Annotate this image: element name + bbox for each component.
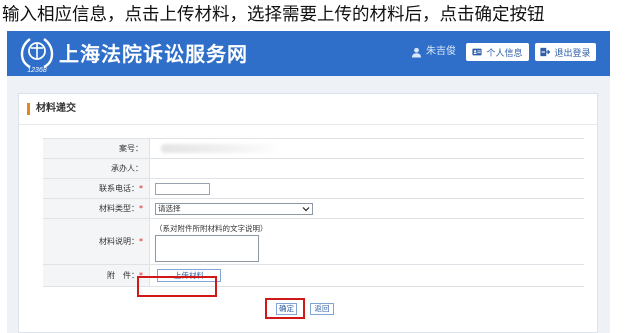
id-card-icon <box>472 48 483 56</box>
required-mark: * <box>139 204 143 213</box>
undertaker-label: 承办人： <box>43 159 150 178</box>
logout-button-label: 退出登录 <box>554 48 591 59</box>
phone-value <box>151 179 584 198</box>
panel-title: 材料递交 <box>27 103 76 115</box>
logout-icon <box>540 47 551 57</box>
material-type-label-cell: 材料类型：* <box>43 199 150 218</box>
submission-form: 案号： 承办人： 联系电话：* 材料类型：* 请选择 材料说明：* （系对附件所… <box>43 138 584 287</box>
upload-material-button[interactable]: 上传材料 <box>157 269 221 282</box>
material-type-selected: 请选择 <box>158 204 181 213</box>
material-type-value: 请选择 <box>151 199 584 218</box>
chevron-down-icon <box>302 207 310 212</box>
description-label-cell: 材料说明：* <box>43 219 150 264</box>
case-number-row: 案号： <box>43 139 584 159</box>
confirm-button[interactable]: 确定 <box>276 303 297 315</box>
description-row: 材料说明：* （系对附件所附材料的文字说明） <box>43 219 584 265</box>
profile-button-label: 个人信息 <box>486 48 523 59</box>
user-indicator: 朱吉俊 <box>411 45 456 59</box>
phone-label-cell: 联系电话：* <box>43 179 150 198</box>
attachment-label-cell: 附 件：* <box>43 265 150 286</box>
undertaker-value <box>151 159 584 178</box>
screenshot-frame: 12368 上海法院诉讼服务网 朱吉俊 个人信息 退出登录 材料递交 案号： 承… <box>7 31 610 333</box>
attachment-value: 上传材料 <box>151 265 584 286</box>
court-emblem-icon: 12368 <box>20 38 54 73</box>
phone-row: 联系电话：* <box>43 179 584 199</box>
instruction-text: 输入相应信息，点击上传材料，选择需要上传的材料后，点击确定按钮 <box>2 5 545 25</box>
description-textarea[interactable] <box>155 235 259 262</box>
required-mark: * <box>139 237 143 246</box>
case-number-value <box>151 139 584 158</box>
material-type-row: 材料类型：* 请选择 <box>43 199 584 219</box>
user-name: 朱吉俊 <box>426 46 456 57</box>
description-value: （系对附件所附材料的文字说明） <box>151 219 584 264</box>
site-header: 12368 上海法院诉讼服务网 朱吉俊 个人信息 退出登录 <box>7 31 610 76</box>
profile-button[interactable]: 个人信息 <box>466 43 529 61</box>
description-label: 材料说明： <box>99 237 139 246</box>
required-mark: * <box>139 184 143 193</box>
case-number-label: 案号： <box>43 139 150 158</box>
panel-divider <box>19 124 597 125</box>
back-button[interactable]: 返回 <box>310 303 334 315</box>
user-icon <box>411 47 422 58</box>
material-type-select[interactable]: 请选择 <box>155 203 313 215</box>
material-submission-panel: 材料递交 案号： 承办人： 联系电话：* 材料类型：* 请选择 材料说明：* （… <box>18 93 598 333</box>
description-hint: （系对附件所附材料的文字说明） <box>155 224 268 233</box>
attachment-row: 附 件：* 上传材料 <box>43 265 584 287</box>
phone-input[interactable] <box>155 183 210 195</box>
attachment-label: 附 件： <box>107 271 139 280</box>
material-type-label: 材料类型： <box>99 204 139 213</box>
required-mark: * <box>139 271 143 280</box>
site-title: 上海法院诉讼服务网 <box>59 42 248 66</box>
phone-label: 联系电话： <box>99 184 139 193</box>
logo-caption: 12368 <box>27 67 47 73</box>
undertaker-row: 承办人： <box>43 159 584 179</box>
redacted-case-number <box>161 144 281 153</box>
logout-button[interactable]: 退出登录 <box>535 43 596 61</box>
